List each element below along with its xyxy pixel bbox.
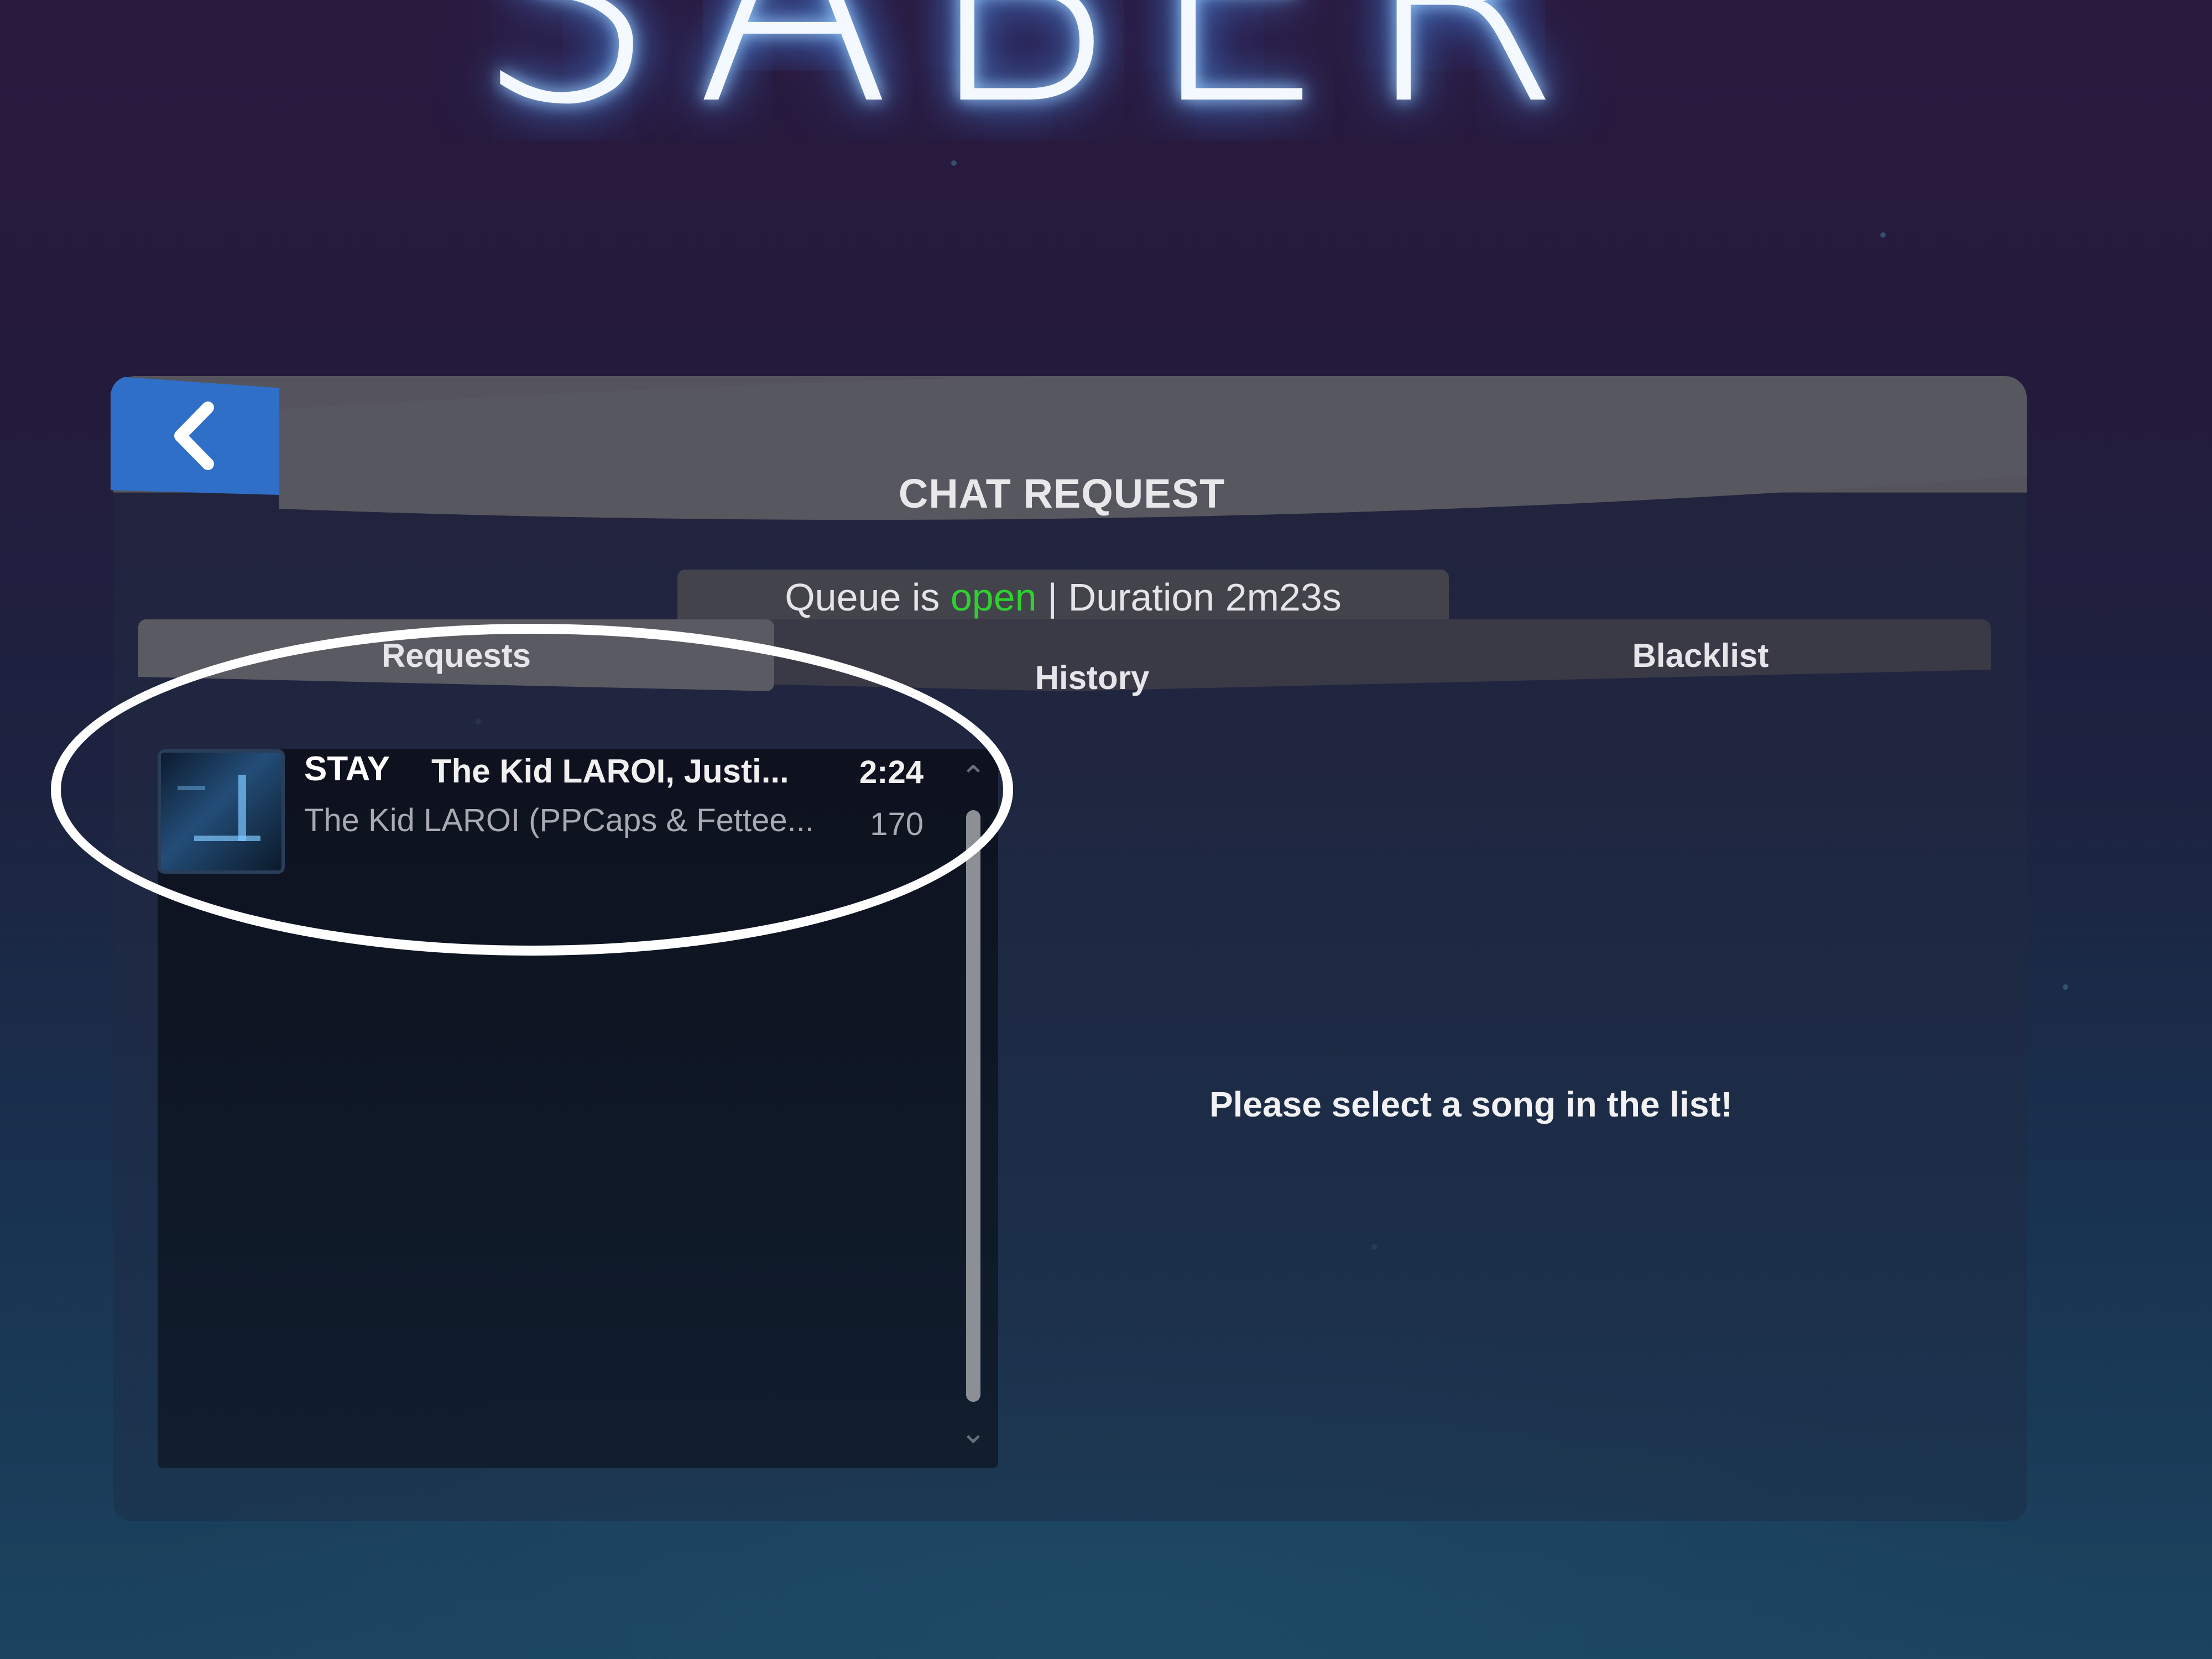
queue-duration: | Duration 2m23s — [1036, 576, 1342, 619]
queue-state: open — [950, 576, 1037, 619]
scrollbar-thumb[interactable] — [966, 810, 980, 1402]
queue-status-prefix: Queue is — [785, 576, 951, 619]
background-star — [2063, 984, 2068, 990]
back-button[interactable] — [111, 376, 279, 495]
detail-empty-message: Please select a song in the list! — [1209, 1084, 1733, 1124]
tab-blacklist[interactable]: Blacklist — [1410, 619, 1991, 691]
scroll-down-button[interactable]: ⌄ — [954, 1416, 993, 1449]
chevron-down-icon: ⌄ — [960, 1415, 987, 1449]
background-star — [1880, 232, 1886, 238]
page-title: CHAT REQUEST — [898, 471, 1225, 517]
game-logo: SABER — [474, 0, 1594, 168]
highlight-annotation — [51, 624, 1013, 956]
queue-status: Queue is open | Duration 2m23s — [677, 570, 1449, 625]
scrollbar[interactable] — [966, 810, 980, 1402]
chevron-left-icon — [174, 401, 214, 470]
